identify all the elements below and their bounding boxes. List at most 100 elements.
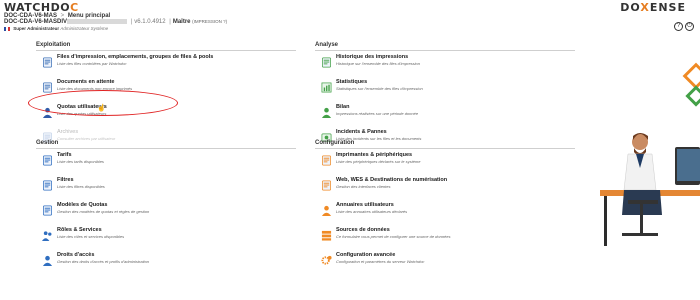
menu-item-text: Rôles & Services Liste des rôles et servi…: [57, 227, 124, 239]
pricing-icon: [42, 153, 53, 166]
menu-item-title[interactable]: Sources de données: [336, 227, 451, 233]
menu-item-printers-devices[interactable]: Imprimantes & périphériques Liste des pér…: [315, 152, 575, 174]
menu-item-description: Liste des files contrôlées par Watchdoc: [57, 61, 127, 66]
menu-item-print-history[interactable]: Historique des impressions Historique sur…: [315, 54, 575, 76]
menu-item-title[interactable]: Modèles de Quotas: [57, 202, 149, 208]
printer-queue-icon: [42, 55, 53, 68]
french-flag-icon[interactable]: [4, 26, 10, 31]
version-label: v6.1.0.4912: [134, 19, 166, 26]
menu-item-quota-models[interactable]: Modèles de Quotas Gestion des modèles de …: [36, 202, 296, 224]
monitor-screen: [677, 149, 700, 181]
chair-base: [622, 233, 658, 236]
menu-item-text: Imprimantes & périphériques Liste des pér…: [336, 152, 421, 164]
section-configuration: Configuration Imprimantes & périphérique…: [315, 140, 575, 274]
doxense-logo: DOXENSE: [620, 1, 686, 14]
logout-icon[interactable]: ⏻: [685, 22, 694, 31]
decorative-diamond-icon: [682, 62, 700, 107]
menu-item-title[interactable]: Droits d'accès: [57, 252, 149, 258]
menu-item-roles-services[interactable]: Rôles & Services Liste des rôles et servi…: [36, 227, 296, 249]
menu-item-web-wes[interactable]: Web, WES & Destinations de numérisation G…: [315, 177, 575, 199]
user-line: Super Administrateur Administrateur Syst…: [4, 26, 108, 31]
office-worker-illustration: [600, 62, 700, 246]
header-icons: ? ⏻: [672, 14, 694, 32]
menu-item-text: Filtres Liste des filtres disponibles: [57, 177, 105, 189]
menu-item-text: Droits d'accès Gestion des droits d'accès…: [57, 252, 149, 264]
hand-cursor-icon: ☝: [97, 105, 106, 112]
menu-item-text: Historique des impressions Historique sur…: [336, 54, 420, 66]
brand-accent: X: [640, 1, 650, 14]
menu-item-description: Configuration et paramètres du serveur W…: [336, 259, 425, 264]
menu-item-text: Files d'impression, emplacements, groupe…: [57, 54, 213, 66]
section-title: Exploitation: [36, 42, 296, 51]
menu-item-title[interactable]: Web, WES & Destinations de numérisation: [336, 177, 447, 183]
menu-item-description: Liste des annuaires utilisateurs déclaré…: [336, 209, 408, 214]
menu-item-description: Historique sur l'ensemble des files d'im…: [336, 61, 421, 66]
menu-item-title[interactable]: Historique des impressions: [336, 54, 420, 60]
menu-item-description: Liste des filtres disponibles: [57, 184, 105, 189]
menu-item-access-rights[interactable]: Droits d'accès Gestion des droits d'accès…: [36, 252, 296, 274]
roles-services-icon: [42, 228, 53, 241]
menu-item-title[interactable]: Configuration avancée: [336, 252, 424, 258]
brand-text-suffix: ENSE: [649, 1, 686, 14]
menu-item-description: Liste des tarifs disponibles: [57, 159, 104, 164]
section-title: Gestion: [36, 140, 296, 149]
menu-item-title[interactable]: Tarifs: [57, 152, 104, 158]
section-title: Analyse: [315, 42, 575, 51]
menu-item-description: Gestion des modèles de quotas et règles …: [57, 209, 150, 214]
help-icon[interactable]: ?: [674, 22, 683, 31]
menu-item-title[interactable]: Files d'impression, emplacements, groupe…: [57, 54, 213, 60]
redacted-block: [67, 19, 127, 24]
menu-item-title[interactable]: Statistiques: [336, 79, 423, 85]
menu-item-filters[interactable]: Filtres Liste des filtres disponibles: [36, 177, 296, 199]
menu-item-text: Sources de données Ce formulaire vous per…: [336, 227, 451, 239]
user-name[interactable]: Super Administrateur: [13, 26, 59, 31]
mode-label: Maître: [172, 19, 191, 26]
data-sources-icon: [321, 228, 332, 241]
menu-item-text: Modèles de Quotas Gestion des modèles de …: [57, 202, 149, 214]
statistics-icon: [321, 80, 332, 93]
brand-text: DO: [620, 1, 641, 14]
menu-item-description: Gestion des interfaces clientes: [336, 184, 391, 189]
menu-item-user-directories[interactable]: Annuaires utilisateurs Liste des annuaire…: [315, 202, 575, 224]
pending-documents-icon: [42, 80, 53, 93]
menu-item-title[interactable]: Imprimantes & périphériques: [336, 152, 421, 158]
mode-detail: (IMPRESSION ?): [192, 19, 228, 25]
menu-item-description: Ce formulaire vous permet de configurer …: [336, 234, 451, 239]
menu-item-advanced-config[interactable]: Configuration avancée Configuration et pa…: [315, 252, 575, 274]
web-wes-icon: [321, 178, 332, 191]
desk-leg: [604, 196, 607, 246]
menu-item-title: Archives: [57, 129, 79, 135]
printers-devices-icon: [321, 153, 332, 166]
menu-item-title[interactable]: Filtres: [57, 177, 105, 183]
menu-item-title[interactable]: Rôles & Services: [57, 227, 124, 233]
menu-item-title[interactable]: Annuaires utilisateurs: [336, 202, 407, 208]
menu-item-balance[interactable]: Bilan Impressions réalisées sur une pério…: [315, 104, 575, 126]
instance-name: DOC-CDA-V6-MASDIV: [4, 19, 67, 26]
balance-icon: [321, 105, 332, 118]
menu-item-title[interactable]: Documents en attente: [57, 79, 132, 85]
menu-item-description: Impressions réalisées sur une période do…: [336, 111, 419, 116]
menu-item-text: Tarifs Liste des tarifs disponibles: [57, 152, 104, 164]
menu-item-text: Statistiques Statistiques sur l'ensemble …: [336, 79, 423, 91]
access-rights-icon: [42, 253, 53, 266]
menu-item-data-sources[interactable]: Sources de données Ce formulaire vous per…: [315, 227, 575, 249]
section-title: Configuration: [315, 140, 575, 149]
menu-item-text: Web, WES & Destinations de numérisation G…: [336, 177, 447, 189]
chair-stem: [640, 204, 643, 234]
menu-item-title[interactable]: Bilan: [336, 104, 418, 110]
section-analyse: Analyse Historique des impressions Histor…: [315, 42, 575, 151]
menu-item-title[interactable]: Incidents & Pannes: [336, 129, 421, 135]
menu-item-description: Liste des rôles et services disponibles: [57, 234, 125, 239]
user-directories-icon: [321, 203, 332, 216]
instance-line: DOC-CDA-V6-MASDIV | v6.1.0.4912 | Maître (…: [4, 19, 228, 26]
menu-item-text: Bilan Impressions réalisées sur une pério…: [336, 104, 418, 116]
menu-item-description: Gestion des droits d'accès et profils d'…: [57, 259, 150, 264]
quota-models-icon: [42, 203, 53, 216]
filters-icon: [42, 178, 53, 191]
highlight-annotation: [28, 90, 178, 116]
menu-item-description: Liste des périphériques déclarés sur le …: [336, 159, 421, 164]
menu-item-statistics[interactable]: Statistiques Statistiques sur l'ensemble …: [315, 79, 575, 101]
print-history-icon: [321, 55, 332, 68]
menu-item-pricing[interactable]: Tarifs Liste des tarifs disponibles: [36, 152, 296, 174]
menu-item-printer-queue[interactable]: Files d'impression, emplacements, groupe…: [36, 54, 296, 76]
